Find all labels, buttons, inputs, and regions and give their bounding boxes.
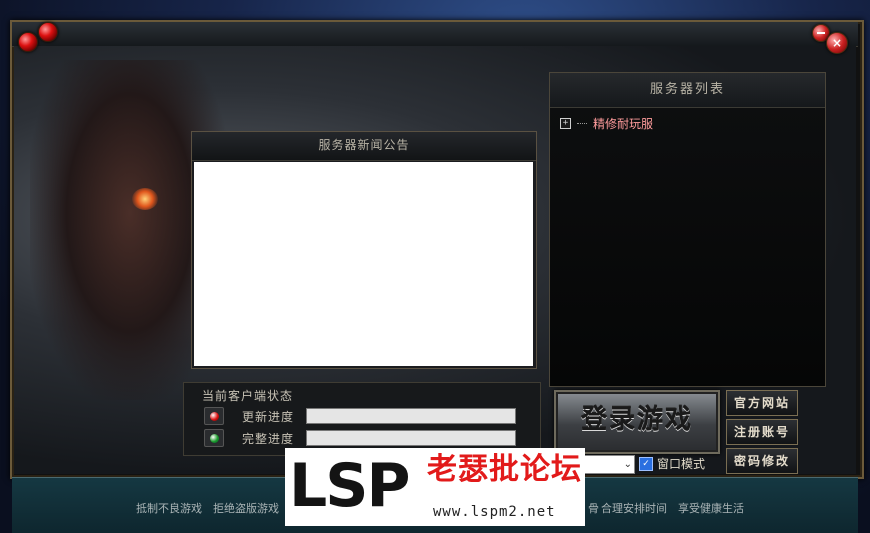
complete-progress-bar [306,430,516,446]
window-mode-checkbox[interactable]: ✓ [639,456,653,471]
client-status-title: 当前客户端状态 [202,389,294,403]
login-game-button[interactable]: 登录游戏 [554,390,720,454]
server-list-title: 服务器列表 [550,73,825,108]
green-dot-icon [209,433,219,443]
chevron-down-icon: ⌄ [623,459,632,470]
orb-icon [38,22,58,42]
orb-icon [18,32,38,52]
expand-icon[interactable]: + [560,118,571,129]
server-list-item[interactable]: + 精修耐玩服 [560,115,653,132]
tree-connector [577,123,587,124]
news-content[interactable] [194,162,533,366]
watermark-banner: LSP 老瑟批论坛 www.lspm2.net [285,448,585,526]
register-account-button[interactable]: 注册账号 [726,419,798,445]
update-progress-bar [306,408,516,424]
client-status-panel: 当前客户端状态 更新进度 完整进度 [183,382,541,456]
launcher-window: × 服务器新闻公告 服务器列表 + 精修耐玩服 当前客户端状态 更新进度 完整进… [0,0,870,533]
official-site-button[interactable]: 官方网站 [726,390,798,416]
footer-slogan-left: 抵制不良游戏 拒绝盗版游戏 [136,502,279,515]
red-dot-icon [209,411,219,421]
minimize-icon [817,32,825,34]
complete-progress-label: 完整进度 [242,431,295,446]
watermark-url: www.lspm2.net [433,504,556,520]
server-name: 精修耐玩服 [593,117,654,131]
ember-glow [132,188,158,210]
footer-slogan-right: 合理安排时间 享受健康生活 [601,502,744,515]
watermark-name: 老瑟批论坛 [427,452,582,487]
window-mode-label: 窗口模式 [657,457,706,471]
watermark-logo: LSP [289,451,410,521]
server-select[interactable]: ⌄ [581,455,635,474]
complete-progress-row: 完整进度 [204,429,516,447]
complete-status-icon [204,429,224,447]
update-status-icon [204,407,224,425]
news-panel: 服务器新闻公告 [191,131,537,369]
corner-ornament-left [4,6,64,58]
server-list-panel: 服务器列表 + 精修耐玩服 [549,72,826,387]
change-password-button[interactable]: 密码修改 [726,448,798,474]
window-mode-toggle[interactable]: ✓ 窗口模式 [639,455,705,472]
close-button[interactable]: × [826,32,848,54]
news-title: 服务器新闻公告 [192,132,536,161]
update-progress-row: 更新进度 [204,407,516,425]
update-progress-label: 更新进度 [242,409,295,424]
title-bar[interactable] [12,22,858,47]
footer-slogan-prefix: 骨 [588,502,599,515]
